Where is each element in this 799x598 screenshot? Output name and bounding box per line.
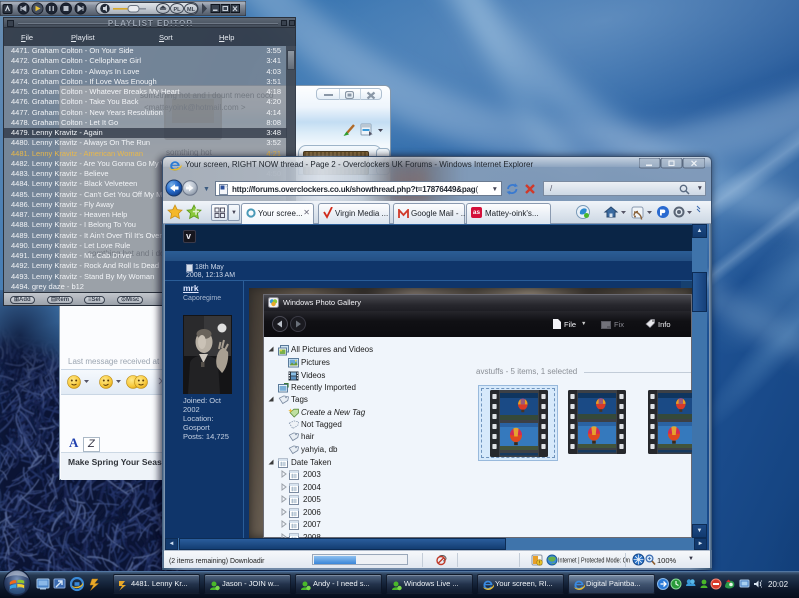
svg-text:ML: ML — [187, 7, 196, 13]
svg-text:PL: PL — [173, 7, 181, 13]
